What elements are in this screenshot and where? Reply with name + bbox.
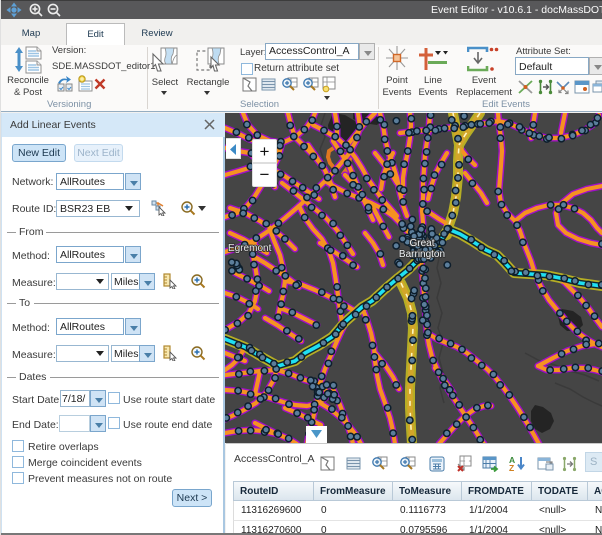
svg-text:Z: Z (509, 463, 514, 472)
svg-text:Great: Great (409, 238, 434, 249)
svg-text:Barrington: Barrington (399, 249, 445, 260)
svg-text:Egremont: Egremont (228, 243, 272, 254)
